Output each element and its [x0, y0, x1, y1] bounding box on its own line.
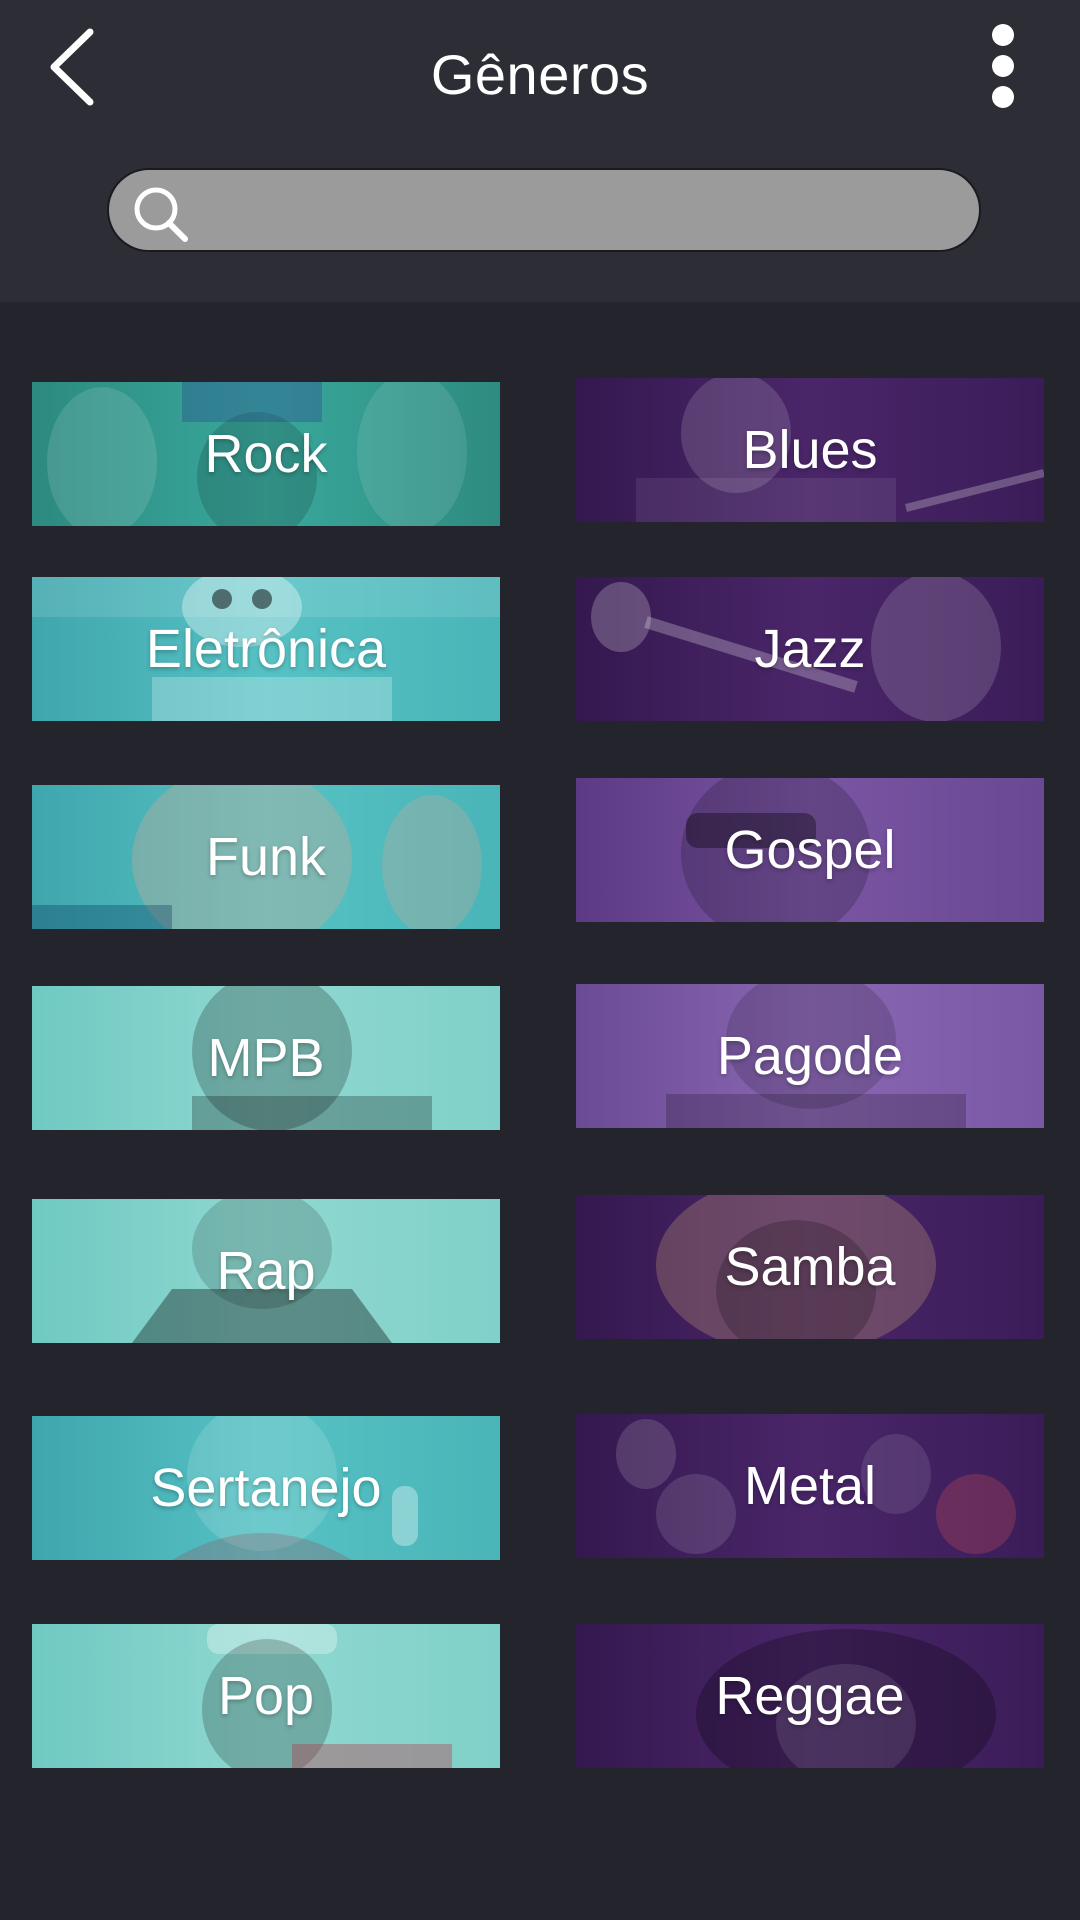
genre-label: Jazz	[754, 619, 866, 679]
genre-tile-jazz[interactable]: Jazz	[576, 577, 1044, 721]
genre-label: Samba	[724, 1237, 896, 1297]
genre-label: Metal	[743, 1456, 877, 1516]
more-options-button[interactable]	[985, 22, 1021, 110]
genre-tile-metal[interactable]: Metal	[576, 1414, 1044, 1558]
genre-label: Pop	[217, 1666, 315, 1726]
genre-tile-pagode[interactable]: Pagode	[576, 984, 1044, 1128]
search-bar[interactable]	[107, 168, 981, 252]
genre-label: Blues	[742, 420, 878, 480]
genre-label: Rock	[204, 424, 328, 484]
more-vertical-icon	[992, 24, 1014, 46]
genre-tile-sertanejo[interactable]: Sertanejo	[32, 1416, 500, 1560]
genre-tile-funk[interactable]: Funk	[32, 785, 500, 929]
genre-label: Reggae	[715, 1666, 905, 1726]
genre-tile-reggae[interactable]: Reggae	[576, 1624, 1044, 1768]
page-title: Gêneros	[430, 43, 650, 106]
genre-tile-blues[interactable]: Blues	[576, 378, 1044, 522]
genre-tile-eletronica[interactable]: Eletrônica	[32, 577, 500, 721]
genre-label: Funk	[205, 827, 327, 887]
genre-tile-rap[interactable]: Rap	[32, 1199, 500, 1343]
app-header: Gêneros	[0, 0, 1080, 302]
genre-tile-mpb[interactable]: MPB	[32, 986, 500, 1130]
genre-tile-pop[interactable]: Pop	[32, 1624, 500, 1768]
genre-label: Sertanejo	[150, 1458, 382, 1518]
genre-label: Eletrônica	[145, 619, 387, 679]
genre-label: Pagode	[716, 1026, 904, 1086]
more-vertical-icon-dot	[992, 55, 1014, 77]
more-vertical-icon-dot	[992, 86, 1014, 108]
search-input[interactable]	[209, 170, 953, 252]
genre-tile-gospel[interactable]: Gospel	[576, 778, 1044, 922]
genre-label: Rap	[216, 1241, 316, 1301]
genre-tile-samba[interactable]: Samba	[576, 1195, 1044, 1339]
genre-label: Gospel	[724, 820, 896, 880]
genre-tile-rock[interactable]: Rock	[32, 382, 500, 526]
search-icon	[134, 187, 188, 242]
genre-label: MPB	[207, 1028, 325, 1088]
